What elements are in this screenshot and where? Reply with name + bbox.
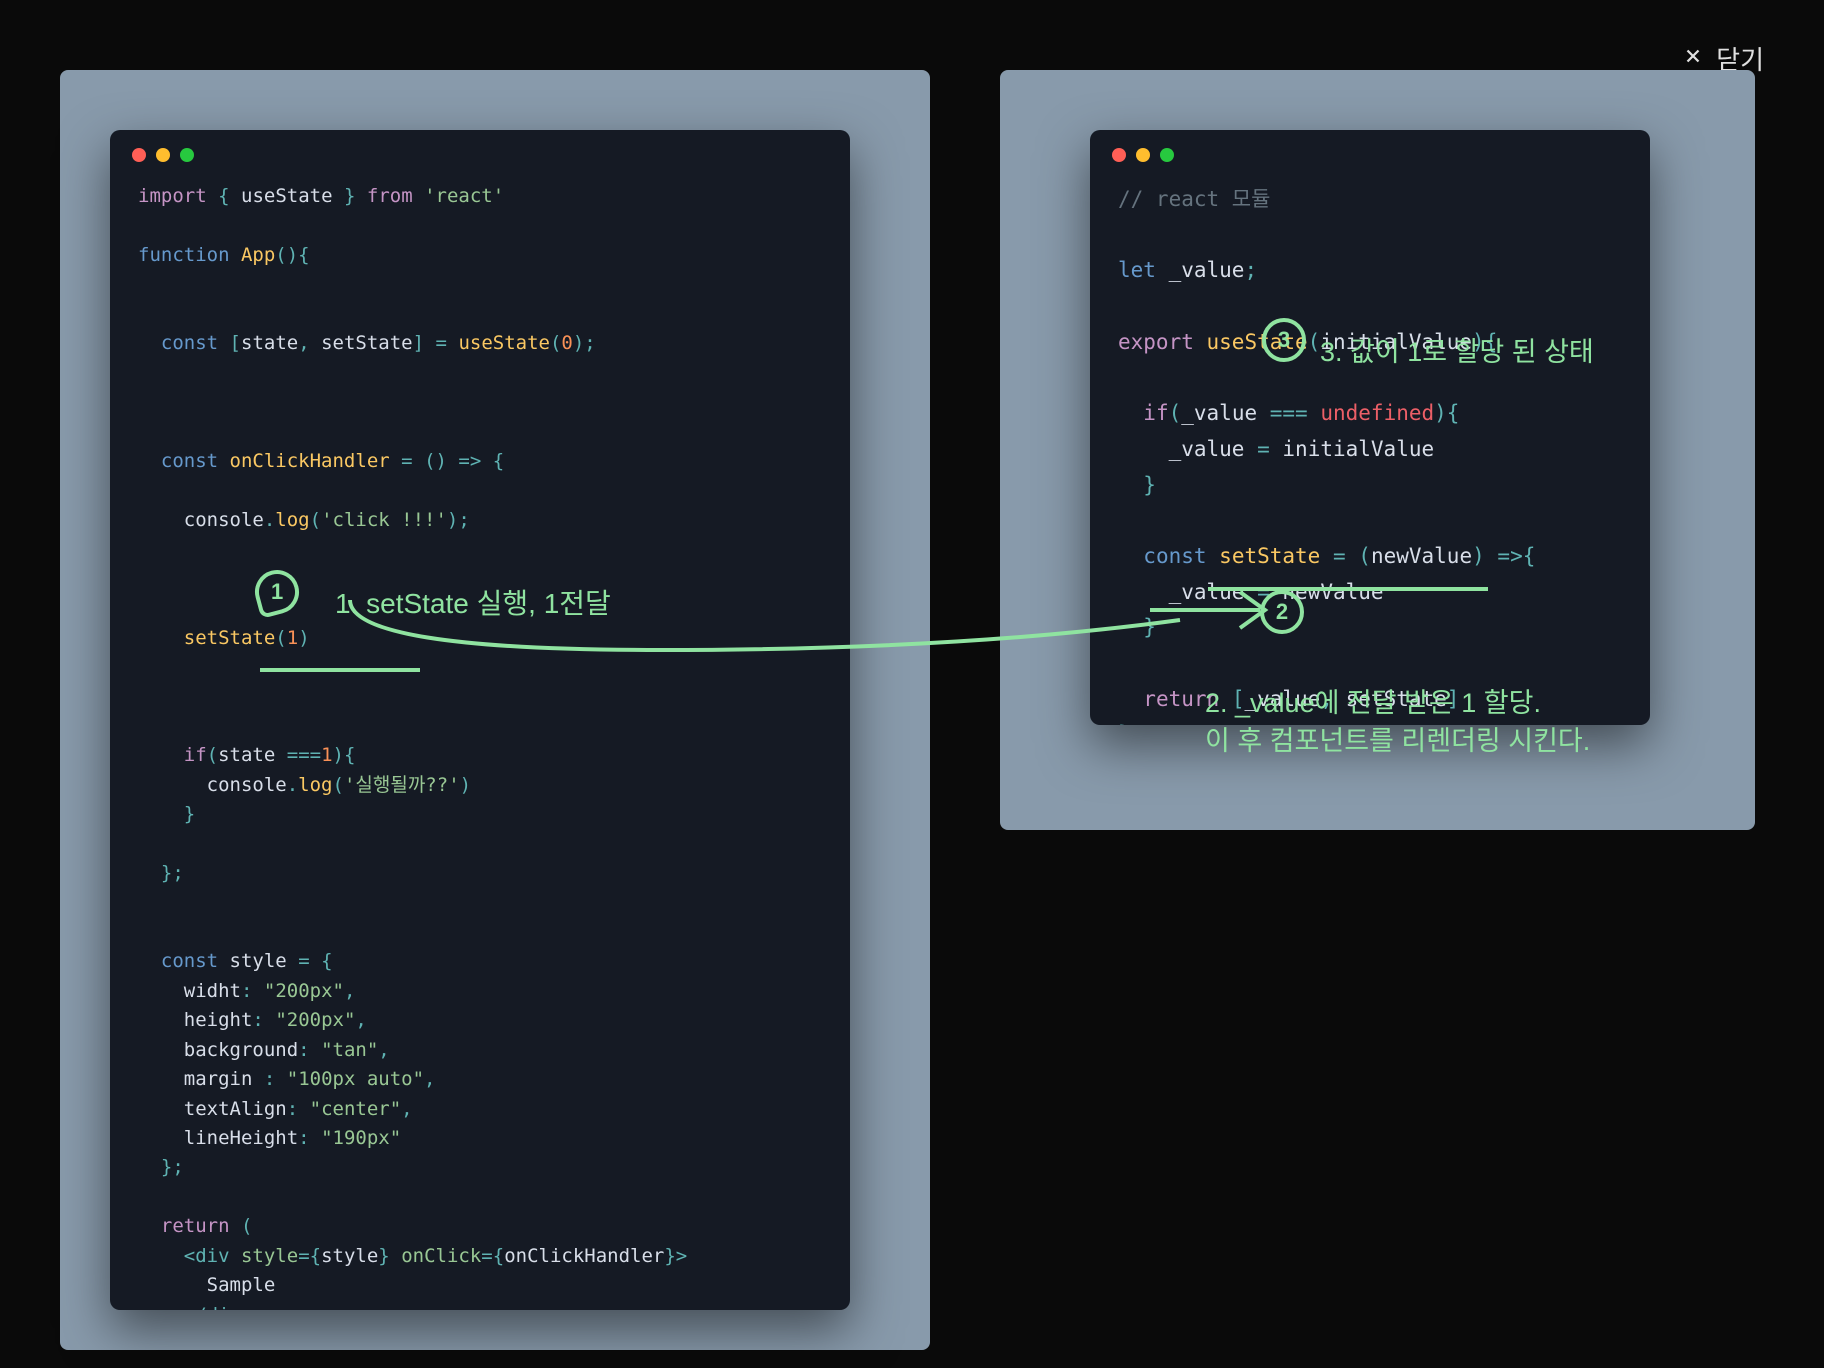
window-controls xyxy=(110,130,850,170)
window-close-dot[interactable] xyxy=(1112,148,1126,162)
code-window-left: import { useState } from 'react' functio… xyxy=(110,130,850,1310)
window-maximize-dot[interactable] xyxy=(180,148,194,162)
code-content-right: // react 모듈 let _value; export useState(… xyxy=(1090,170,1650,725)
window-minimize-dot[interactable] xyxy=(156,148,170,162)
window-close-dot[interactable] xyxy=(132,148,146,162)
left-panel: import { useState } from 'react' functio… xyxy=(60,70,930,1350)
code-content-left: import { useState } from 'react' functio… xyxy=(110,170,850,1310)
window-maximize-dot[interactable] xyxy=(1160,148,1174,162)
window-minimize-dot[interactable] xyxy=(1136,148,1150,162)
main-container: import { useState } from 'react' functio… xyxy=(60,70,1764,1368)
code-window-right: // react 모듈 let _value; export useState(… xyxy=(1090,130,1650,725)
window-controls xyxy=(1090,130,1650,170)
right-panel: // react 모듈 let _value; export useState(… xyxy=(1000,70,1755,830)
